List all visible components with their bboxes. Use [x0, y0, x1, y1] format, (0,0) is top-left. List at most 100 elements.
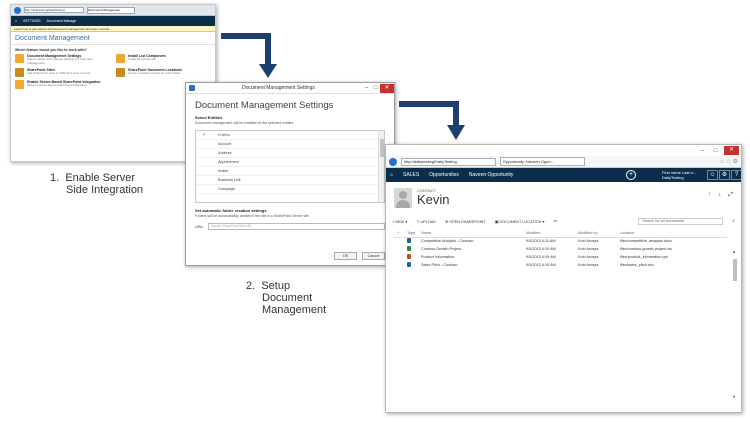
dialog-title-bar: Document Management Settings – □ ✕ [186, 83, 394, 94]
entities-list[interactable]: ✓ Entities Account Address Appointment Ar… [195, 130, 385, 203]
close-icon[interactable]: ✕ [724, 146, 739, 155]
user-info[interactable]: First name Last n... DailyTesting [662, 170, 696, 180]
more-commands-button[interactable]: ••• [553, 219, 557, 223]
scroll-down-icon[interactable]: ▼ [732, 394, 736, 399]
cell-name[interactable]: Sales Pitch - Contoso [418, 261, 523, 269]
row-checkbox[interactable] [394, 245, 404, 253]
scroll-thumb[interactable] [380, 139, 384, 157]
maximize-icon[interactable]: □ [711, 148, 720, 154]
crm-nav-bar: ⌂ SETTINGS Document Manage [11, 16, 215, 26]
list-item[interactable]: Address [196, 149, 384, 158]
list-item[interactable]: Campaign [196, 185, 384, 194]
cell-modified: 9/3/2013 4:10 AM [526, 247, 556, 251]
list-item[interactable]: Account [196, 140, 384, 149]
help-icon[interactable]: ? [731, 170, 741, 180]
new-button[interactable]: + NEW ▾ [392, 219, 407, 224]
list-item[interactable]: Article [196, 167, 384, 176]
nav-sales[interactable]: SALES [403, 172, 419, 178]
entity-label: Appointment [218, 160, 239, 164]
column-modified-by[interactable]: Modified by [575, 229, 617, 238]
address-bar[interactable]: http://dailytesting/DailyTesting [24, 7, 84, 13]
nav-opportunities[interactable]: Opportunities [429, 172, 459, 178]
arrow-1-head [259, 64, 277, 78]
address-bar[interactable]: http://dailytesting/DailyTesting [401, 157, 496, 166]
cell-name[interactable]: Product Information [418, 253, 523, 261]
folder-settings-desc: Folders will be automatically created if… [195, 214, 310, 218]
gear-icon[interactable]: ⚙ [719, 170, 730, 180]
row-checkbox[interactable] [394, 237, 404, 245]
open-sharepoint-button[interactable]: ⊕ OPEN SHAREPOINT [445, 219, 486, 224]
window-controls: – □ ✕ [386, 145, 741, 156]
step-text-line2: Side Integration [66, 184, 144, 196]
table-row[interactable]: Product Information 9/3/2013 4:09 AM Kob… [394, 253, 727, 261]
step-text-line2: Document [262, 292, 313, 304]
previous-record-icon[interactable]: ↑ [708, 192, 711, 199]
option-desc: Install list component [128, 57, 157, 61]
close-icon[interactable]: ✕ [380, 83, 394, 93]
table-row[interactable]: Sales Pitch - Contoso 9/3/2013 4:10 AM K… [394, 261, 727, 269]
list-header[interactable]: ✓ Entities [196, 131, 384, 140]
cell-name[interactable]: Contoso Growth Project [418, 245, 523, 253]
nav-document-management[interactable]: Document Manage [47, 19, 77, 23]
scroll-thumb[interactable] [733, 259, 737, 281]
cell-name[interactable]: Competitive Analysis - Contoso [418, 237, 523, 245]
option-install-list-component[interactable]: Install List Component Install list compo… [116, 54, 211, 65]
entity-label: Article [218, 169, 229, 173]
home-icon[interactable]: ⌂ [390, 172, 393, 178]
option-document-management-settings[interactable]: Document Management Settings Select entit… [15, 54, 110, 65]
row-checkbox[interactable] [394, 253, 404, 261]
search-input[interactable]: Search for all documents [638, 217, 724, 225]
user-icon[interactable]: ☺ [707, 170, 718, 180]
screenshot-crm-documents: – □ ✕ http://dailytesting/DailyTesting O… [385, 144, 742, 413]
list-scrollbar[interactable] [378, 131, 384, 202]
cancel-button[interactable]: Cancel [362, 252, 385, 260]
search-icon[interactable]: ⌕ [732, 218, 735, 224]
check-icon[interactable]: ✓ [202, 131, 206, 140]
select-all-checkbox[interactable]: ✓ [394, 229, 404, 238]
upload-button[interactable]: ⇪ UPLOAD [416, 219, 436, 224]
column-type[interactable]: Type [404, 229, 418, 238]
browser-tools-icon[interactable]: ⌂ ☆ ⚙ [720, 158, 738, 165]
column-location[interactable]: Location [617, 229, 727, 238]
browser-tab[interactable]: Opportunity: Naveen Oppo... [500, 157, 585, 166]
option-sharepoint-sites[interactable]: SharePoint Sites Add SharePoint sites to … [15, 68, 110, 78]
table-row[interactable]: Contoso Growth Project 9/3/2013 4:10 AM … [394, 245, 727, 253]
page-scrollbar[interactable]: ▲ ▼ [732, 249, 738, 399]
document-location-button[interactable]: ▣ DOCUMENT LOCATION ▾ [495, 219, 545, 224]
create-plus-icon[interactable]: + [626, 170, 636, 180]
browser-tab[interactable]: Document Management [87, 6, 135, 14]
document-icon [404, 261, 418, 269]
next-record-icon[interactable]: ↓ [718, 192, 721, 199]
home-icon[interactable]: ⌂ [15, 19, 17, 23]
select-entities-desc: Document management will be enabled on t… [195, 121, 295, 125]
maximize-icon[interactable]: □ [371, 84, 380, 93]
presentation-icon [404, 253, 418, 261]
option-enable-server-based-integration[interactable]: Enable Server-Based SharePoint Integrati… [15, 80, 110, 90]
scroll-up-icon[interactable]: ▲ [732, 249, 736, 254]
cell-modified-by: Kobi Arcaya [578, 247, 599, 251]
option-sharepoint-document-locations[interactable]: SharePoint Document Locations Create a lo… [116, 68, 211, 78]
table-row[interactable]: Competitive Analysis - Contoso 9/3/2013 … [394, 237, 727, 245]
list-item[interactable]: Business Unit [196, 176, 384, 185]
column-modified[interactable]: Modified [523, 229, 575, 238]
ok-button[interactable]: OK [334, 252, 357, 260]
expand-icon[interactable]: ⤢ [728, 192, 733, 199]
record-header: CONTACT Kevin ↑ ↓ ⤢ [386, 182, 741, 208]
browser-bar: http://dailytesting/DailyTesting Opportu… [386, 156, 741, 168]
record-navigation: ↑ ↓ ⤢ [708, 192, 733, 199]
column-name[interactable]: Name [418, 229, 523, 238]
browser-back-icon[interactable] [389, 157, 397, 166]
minimize-icon[interactable]: – [362, 84, 371, 93]
nav-settings[interactable]: SETTINGS [23, 19, 41, 23]
minimize-icon[interactable]: – [698, 148, 707, 154]
option-desc: Create a location record for each folder… [128, 71, 181, 76]
nav-naveen-opportunity[interactable]: Naveen Opportunity [469, 172, 513, 178]
step-text-line1: Enable Server [65, 172, 136, 184]
browser-back-icon[interactable] [14, 6, 21, 14]
document-location-label: DOCUMENT LOCATION [499, 219, 542, 224]
url-input[interactable]: Specify SharePoint Site URL [208, 223, 385, 230]
list-item[interactable]: Appointment [196, 158, 384, 167]
row-checkbox[interactable] [394, 261, 404, 269]
caption-step-2: 2. Setup Document Management [246, 280, 326, 316]
step-text-line1: Setup [261, 280, 291, 292]
